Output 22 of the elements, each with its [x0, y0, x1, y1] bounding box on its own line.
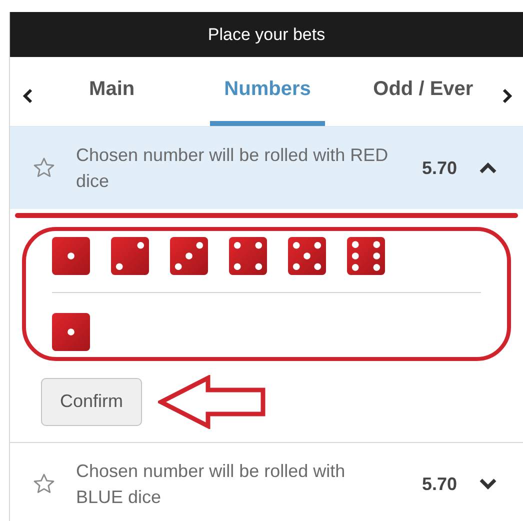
star-icon[interactable]	[32, 472, 56, 496]
tab[interactable]: Odd / Ever	[359, 57, 488, 126]
die-icon[interactable]	[170, 237, 208, 275]
market-description: Chosen number will be rolled with BLUE dice	[76, 460, 346, 509]
chevron-down-icon[interactable]	[479, 478, 497, 490]
die-icon[interactable]	[347, 237, 385, 275]
tab[interactable]: Main	[75, 57, 149, 126]
chevron-right-icon[interactable]	[501, 88, 513, 104]
star-icon[interactable]	[32, 156, 56, 180]
die-icon[interactable]	[229, 237, 267, 275]
market-header[interactable]: Chosen number will be rolled with RED dice 5.70	[10, 127, 523, 209]
die-icon[interactable]	[111, 237, 149, 275]
confirm-button[interactable]: Confirm	[41, 378, 142, 426]
chevron-up-icon[interactable]	[479, 162, 497, 174]
header-title: Place your bets	[208, 24, 326, 46]
die-icon[interactable]	[52, 313, 90, 351]
die-icon[interactable]	[52, 237, 90, 275]
odds: 5.70	[422, 156, 457, 180]
die-icon[interactable]	[288, 237, 326, 275]
odds: 5.70	[422, 472, 457, 496]
chevron-left-icon[interactable]	[22, 88, 34, 104]
market-description: Chosen number will be rolled with RED dice	[76, 144, 390, 193]
